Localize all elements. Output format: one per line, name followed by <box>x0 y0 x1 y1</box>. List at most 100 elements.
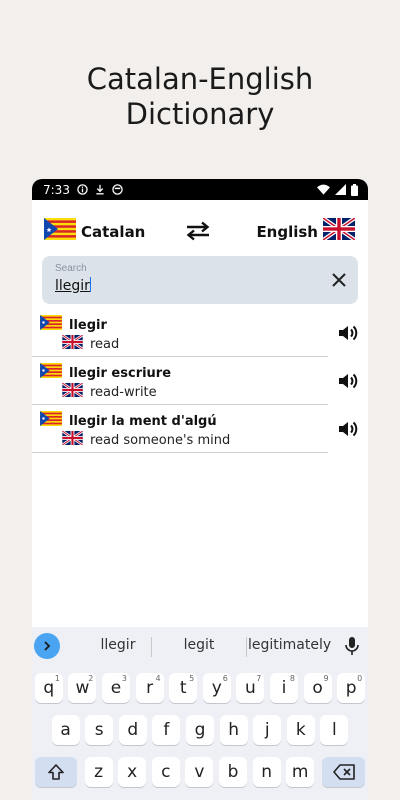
list-item[interactable]: llegir escriure read-write <box>32 357 328 405</box>
key-i[interactable]: i8 <box>270 673 298 703</box>
key-a[interactable]: a <box>51 715 80 745</box>
target-language-button[interactable]: English <box>256 216 357 245</box>
key-hint: 2 <box>88 674 94 683</box>
speaker-icon <box>339 373 358 389</box>
microphone-icon <box>345 637 359 655</box>
status-bar: 7:33 <box>32 179 368 200</box>
key-l[interactable]: l <box>320 715 349 745</box>
expand-toolbar-button[interactable] <box>34 633 60 659</box>
source-language-button[interactable]: Catalan <box>44 218 145 245</box>
result-translation: read-write <box>90 385 157 400</box>
download-icon <box>95 184 105 195</box>
wifi-icon <box>317 184 330 195</box>
suggestion-divider <box>246 637 247 657</box>
uk-flag-icon <box>61 429 84 450</box>
promo-title-line2: Dictionary <box>125 97 275 131</box>
key-y[interactable]: y6 <box>202 673 231 703</box>
close-icon <box>332 273 346 287</box>
text-caret <box>89 277 92 292</box>
battery-icon <box>351 183 358 196</box>
uk-flag-icon <box>321 216 357 245</box>
key-f[interactable]: f <box>152 715 181 745</box>
search-placeholder: Search <box>55 263 87 274</box>
shift-key[interactable] <box>35 757 77 787</box>
key-t[interactable]: t5 <box>169 673 198 703</box>
play-audio-button[interactable] <box>336 321 360 345</box>
search-box[interactable]: Search llegir <box>42 256 358 304</box>
key-r[interactable]: r4 <box>135 673 164 703</box>
key-h[interactable]: h <box>219 715 248 745</box>
key-m[interactable]: m <box>286 757 315 787</box>
shift-icon <box>48 764 64 780</box>
key-g[interactable]: g <box>186 715 214 745</box>
swap-languages-button[interactable] <box>184 219 212 243</box>
backspace-key[interactable] <box>322 757 365 787</box>
suggestion-1[interactable]: llegir <box>78 637 158 653</box>
voice-input-button[interactable] <box>342 635 362 657</box>
target-language-label: English <box>256 222 318 241</box>
list-item[interactable]: llegir read <box>32 309 328 357</box>
key-w[interactable]: w2 <box>68 673 97 703</box>
key-hint: 0 <box>357 674 363 683</box>
key-x[interactable]: x <box>118 757 147 787</box>
info-icon <box>77 184 88 195</box>
key-label: p <box>345 678 357 698</box>
catalan-flag-icon <box>40 411 62 431</box>
key-v[interactable]: v <box>185 757 214 787</box>
uk-flag-icon <box>61 333 84 354</box>
key-z[interactable]: z <box>84 757 113 787</box>
key-u[interactable]: u7 <box>236 673 265 703</box>
speaker-icon <box>339 325 358 341</box>
suggestion-2[interactable]: legit <box>159 637 239 653</box>
app-notification-icon <box>112 184 123 195</box>
swap-arrows-icon <box>186 221 210 241</box>
catalan-flag-icon <box>40 315 62 335</box>
key-label: o <box>312 678 323 698</box>
key-hint: 5 <box>189 674 195 683</box>
key-b[interactable]: b <box>219 757 247 787</box>
key-hint: 7 <box>256 674 262 683</box>
key-hint: 4 <box>155 674 161 683</box>
key-p[interactable]: p0 <box>337 673 366 703</box>
key-o[interactable]: o9 <box>303 673 332 703</box>
key-hint: 3 <box>121 674 127 683</box>
suggestion-bar: llegir legit legitimately <box>32 627 368 665</box>
suggestion-3[interactable]: legitimately <box>248 637 331 653</box>
clear-search-button[interactable] <box>330 271 348 289</box>
search-input[interactable]: llegir <box>55 277 92 294</box>
result-translation: read someone's mind <box>90 433 231 448</box>
key-s[interactable]: s <box>85 715 114 745</box>
list-item[interactable]: llegir la ment d'algú read someone's min… <box>32 405 328 453</box>
result-term: llegir la ment d'algú <box>69 413 217 429</box>
key-label: w <box>75 678 90 698</box>
key-label: q <box>43 678 55 698</box>
signal-icon <box>335 184 346 195</box>
key-hint: 8 <box>289 674 295 683</box>
phone-screen: 7:33 Catalan English Search llegir llegi… <box>32 179 368 800</box>
play-audio-button[interactable] <box>336 417 360 441</box>
key-hint: 1 <box>54 674 60 683</box>
chevron-right-icon <box>44 641 51 651</box>
key-k[interactable]: k <box>286 715 315 745</box>
key-label: y <box>211 678 222 698</box>
source-language-label: Catalan <box>81 222 146 241</box>
key-label: e <box>110 678 122 698</box>
key-label: t <box>179 678 187 698</box>
key-q[interactable]: q1 <box>34 673 63 703</box>
key-j[interactable]: j <box>253 715 282 745</box>
key-label: u <box>245 678 256 698</box>
key-label: r <box>146 678 154 698</box>
catalan-flag-icon <box>40 363 62 383</box>
result-translation: read <box>90 337 120 352</box>
key-e[interactable]: e3 <box>102 673 130 703</box>
play-audio-button[interactable] <box>336 369 360 393</box>
catalan-flag-icon <box>44 218 76 245</box>
key-n[interactable]: n <box>252 757 281 787</box>
key-c[interactable]: c <box>151 757 180 787</box>
result-term: llegir escriure <box>69 365 172 381</box>
status-time: 7:33 <box>43 182 70 197</box>
language-selector: Catalan English <box>32 214 368 248</box>
key-hint: 9 <box>323 674 329 683</box>
uk-flag-icon <box>61 381 84 402</box>
key-d[interactable]: d <box>118 715 147 745</box>
